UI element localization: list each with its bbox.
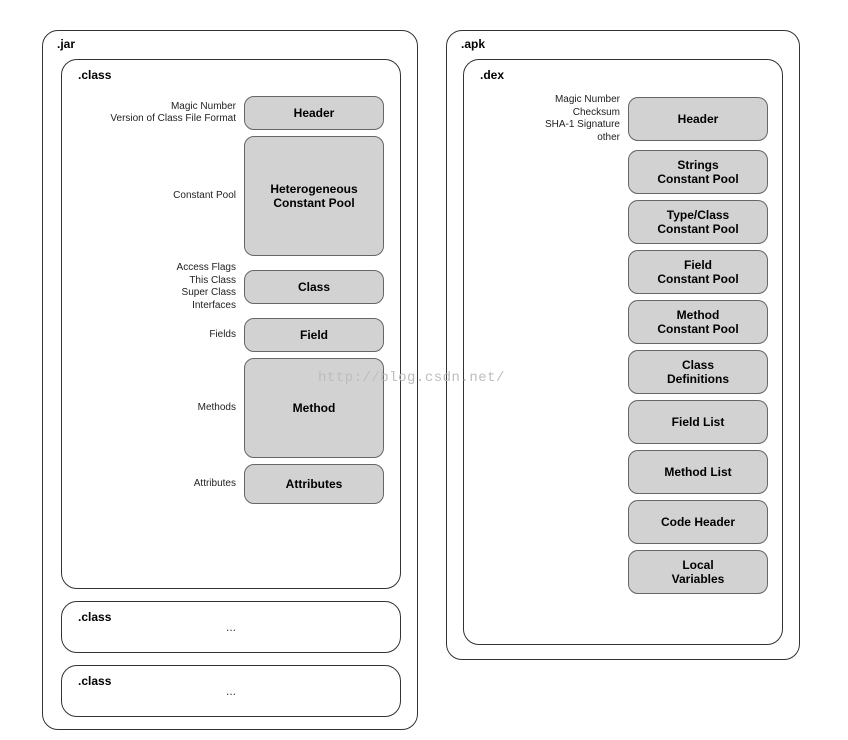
row-block: Heterogeneous Constant Pool: [244, 136, 384, 256]
dex-row: Magic NumberChecksumSHA-1 Signatureother…: [470, 94, 768, 144]
row-annotation: Attributes: [104, 478, 244, 491]
apk-panel: .apk .dex Magic NumberChecksumSHA-1 Sign…: [446, 30, 800, 660]
annotation-line: SHA-1 Signature: [508, 119, 620, 132]
row-block: Class: [244, 270, 384, 304]
class-row: Constant Pool Heterogeneous Constant Pool: [70, 136, 384, 256]
class-panel-main: .class Magic NumberVersion of Class File…: [61, 59, 401, 589]
class-panel-extra-2: .class ...: [61, 665, 401, 717]
annotation-line: Fields: [104, 329, 236, 342]
class-label-main: .class: [78, 68, 111, 82]
annotation-line: This Class: [104, 275, 236, 288]
class-label-extra-1: .class: [78, 610, 111, 624]
dex-row: Code Header: [470, 500, 768, 544]
class-row: Methods Method: [70, 358, 384, 458]
class-ellipsis-2: ...: [62, 666, 400, 698]
class-row: Magic NumberVersion of Class File Format…: [70, 96, 384, 130]
row-block: Header: [244, 96, 384, 130]
dex-panel: .dex Magic NumberChecksumSHA-1 Signature…: [463, 59, 783, 645]
dex-block: Local Variables: [628, 550, 768, 594]
dex-rows-container: Magic NumberChecksumSHA-1 Signatureother…: [470, 94, 768, 594]
row-annotation: Methods: [104, 402, 244, 415]
dex-block: Class Definitions: [628, 350, 768, 394]
row-annotation: Constant Pool: [104, 190, 244, 203]
annotation-line: Checksum: [508, 107, 620, 120]
dex-block: Code Header: [628, 500, 768, 544]
row-annotation: Magic NumberVersion of Class File Format: [104, 101, 244, 126]
jar-label: .jar: [57, 37, 75, 51]
annotation-line: other: [508, 132, 620, 145]
class-row: Access FlagsThis ClassSuper ClassInterfa…: [70, 262, 384, 312]
dex-row: Method List: [470, 450, 768, 494]
dex-row: Field Constant Pool: [470, 250, 768, 294]
apk-label: .apk: [461, 37, 485, 51]
class-rows-container: Magic NumberVersion of Class File Format…: [70, 96, 384, 504]
annotation-line: Version of Class File Format: [104, 113, 236, 126]
dex-block: Header: [628, 97, 768, 141]
dex-label: .dex: [480, 68, 504, 82]
annotation-line: Attributes: [104, 478, 236, 491]
class-ellipsis-1: ...: [62, 602, 400, 634]
annotation-line: Interfaces: [104, 300, 236, 313]
class-row: Fields Field: [70, 318, 384, 352]
jar-panel: .jar .class Magic NumberVersion of Class…: [42, 30, 418, 730]
dex-block: Field Constant Pool: [628, 250, 768, 294]
dex-row: Strings Constant Pool: [470, 150, 768, 194]
class-row: Attributes Attributes: [70, 464, 384, 504]
annotation-line: Super Class: [104, 287, 236, 300]
dex-block: Method List: [628, 450, 768, 494]
dex-block: Method Constant Pool: [628, 300, 768, 344]
dex-block: Field List: [628, 400, 768, 444]
annotation-line: Magic Number: [104, 101, 236, 114]
row-annotation: Magic NumberChecksumSHA-1 Signatureother: [508, 94, 628, 144]
row-block: Attributes: [244, 464, 384, 504]
class-panel-extra-1: .class ...: [61, 601, 401, 653]
diagram-canvas: .jar .class Magic NumberVersion of Class…: [0, 0, 848, 740]
dex-row: Type/Class Constant Pool: [470, 200, 768, 244]
annotation-line: Constant Pool: [104, 190, 236, 203]
dex-row: Field List: [470, 400, 768, 444]
row-block: Field: [244, 318, 384, 352]
annotation-line: Methods: [104, 402, 236, 415]
dex-row: Class Definitions: [470, 350, 768, 394]
annotation-line: Access Flags: [104, 262, 236, 275]
dex-block: Type/Class Constant Pool: [628, 200, 768, 244]
class-label-extra-2: .class: [78, 674, 111, 688]
row-annotation: Fields: [104, 329, 244, 342]
dex-row: Method Constant Pool: [470, 300, 768, 344]
row-block: Method: [244, 358, 384, 458]
row-annotation: Access FlagsThis ClassSuper ClassInterfa…: [104, 262, 244, 312]
dex-block: Strings Constant Pool: [628, 150, 768, 194]
dex-row: Local Variables: [470, 550, 768, 594]
annotation-line: Magic Number: [508, 94, 620, 107]
